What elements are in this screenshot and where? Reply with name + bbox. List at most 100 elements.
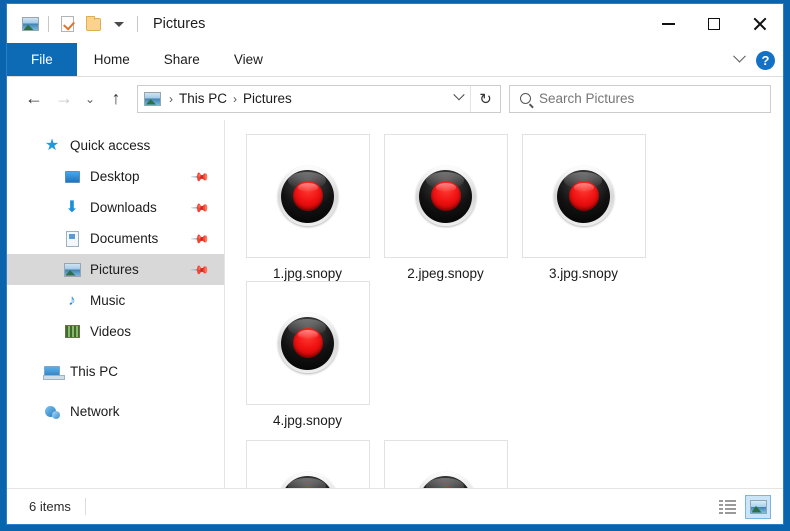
snopy-ransomware-icon — [277, 472, 338, 488]
sidebar-item-label: Music — [90, 293, 126, 308]
forward-button[interactable]: → — [49, 84, 79, 114]
file-item[interactable]: 4.jpg.snopy — [239, 281, 376, 428]
pin-icon[interactable]: 📌 — [190, 228, 210, 248]
sidebar-item-documents[interactable]: Documents 📌 — [7, 223, 224, 254]
up-button[interactable]: ↑ — [101, 84, 131, 114]
sidebar-item-videos[interactable]: Videos — [7, 316, 224, 347]
file-thumbnail — [383, 134, 508, 258]
folder-icon[interactable] — [80, 11, 106, 37]
network-icon — [43, 403, 61, 421]
address-bar: ← → ⌄ ↑ › This PC › Pictures ↻ Search Pi… — [7, 77, 783, 120]
sidebar-item-pictures[interactable]: Pictures 📌 — [7, 254, 224, 285]
toolbar-divider-2 — [137, 16, 138, 32]
close-icon — [752, 16, 768, 32]
file-name: 1.jpg.snopy — [272, 266, 343, 281]
sidebar-item-label: This PC — [70, 364, 119, 379]
minimize-icon — [661, 23, 675, 25]
picture-icon[interactable] — [17, 11, 43, 37]
close-button[interactable] — [737, 4, 783, 44]
document-icon — [63, 230, 81, 248]
pin-icon[interactable]: 📌 — [190, 259, 210, 279]
help-button[interactable]: ? — [756, 51, 775, 70]
sidebar-item-quick-access[interactable]: ★ Quick access — [7, 130, 224, 161]
address-picture-icon — [144, 91, 161, 106]
file-name: 4.jpg.snopy — [272, 413, 343, 428]
maximize-icon — [708, 18, 720, 30]
download-arrow-icon: ⬇ — [65, 198, 79, 216]
tab-view[interactable]: View — [217, 43, 280, 76]
minimize-button[interactable] — [645, 4, 691, 44]
snopy-ransomware-icon — [415, 472, 476, 488]
item-count-label: 6 items — [29, 499, 71, 514]
explorer-body: risk isk.com ★ Quick access Desktop 📌 ⬇ … — [7, 120, 783, 488]
tab-share[interactable]: Share — [147, 43, 217, 76]
picture-icon — [63, 261, 81, 279]
ribbon-tabs: File Home Share View ? — [7, 43, 783, 77]
search-input[interactable]: Search Pictures — [509, 84, 771, 113]
desktop-icon — [63, 168, 81, 186]
file-item[interactable]: 2.jpeg.snopy — [377, 134, 514, 281]
file-thumbnail — [521, 134, 646, 258]
breadcrumb-this-pc[interactable]: This PC — [175, 91, 231, 106]
sidebar-item-label: Quick access — [70, 138, 151, 153]
sidebar-item-label: Downloads — [90, 200, 157, 215]
chevron-down-icon[interactable] — [728, 49, 750, 72]
file-name: 3.jpg.snopy — [548, 266, 619, 281]
search-icon — [520, 93, 531, 104]
search-placeholder: Search Pictures — [539, 91, 635, 106]
grid-row-gap — [239, 428, 783, 440]
address-dropdown-icon[interactable] — [448, 86, 470, 112]
snopy-ransomware-icon — [415, 166, 476, 226]
maximize-button[interactable] — [691, 4, 737, 44]
sidebar-item-label: Videos — [90, 324, 132, 339]
navigation-pane: ★ Quick access Desktop 📌 ⬇ Downloads 📌 D… — [7, 120, 225, 488]
customize-dropdown-icon[interactable] — [106, 11, 132, 37]
status-divider — [84, 498, 86, 515]
pin-icon[interactable]: 📌 — [190, 166, 210, 186]
sidebar-item-music[interactable]: ♪ Music — [7, 285, 224, 316]
window-controls — [645, 4, 783, 44]
title-bar: Pictures — [7, 4, 783, 44]
file-item[interactable]: 3.jpg.snopy — [515, 134, 652, 281]
sidebar-item-label: Network — [70, 404, 120, 419]
file-thumbnail — [383, 440, 508, 488]
star-pin-icon: ★ — [44, 136, 60, 154]
breadcrumb-separator-1: › — [169, 91, 173, 106]
file-item[interactable]: 6.jpg.snopy — [377, 440, 514, 488]
tab-file[interactable]: File — [7, 43, 77, 76]
computer-icon — [43, 363, 65, 381]
back-button[interactable]: ← — [19, 84, 49, 114]
address-field[interactable]: › This PC › Pictures ↻ — [137, 84, 501, 113]
tab-home[interactable]: Home — [77, 43, 147, 76]
details-view-icon — [718, 499, 736, 514]
file-item[interactable]: 1.jpg.snopy — [239, 134, 376, 281]
pin-icon[interactable]: 📌 — [190, 197, 210, 217]
large-icons-view-button[interactable] — [745, 494, 771, 519]
snopy-ransomware-icon — [277, 166, 338, 226]
file-item[interactable]: 5.jpg.snopy — [239, 440, 376, 488]
file-list-view[interactable]: 1.jpg.snopy 2.jpeg.snopy 3.jpg.snopy 4.j… — [225, 120, 783, 488]
file-thumbnail — [245, 281, 370, 405]
file-thumbnail — [245, 440, 370, 488]
recent-locations-button[interactable]: ⌄ — [79, 84, 101, 114]
breadcrumb-pictures[interactable]: Pictures — [239, 91, 296, 106]
sidebar-item-downloads[interactable]: ⬇ Downloads 📌 — [7, 192, 224, 223]
film-strip-icon — [63, 323, 81, 341]
status-bar: 6 items — [7, 488, 783, 524]
sidebar-item-this-pc[interactable]: This PC — [7, 356, 224, 387]
quick-access-toolbar — [7, 11, 143, 37]
music-note-icon: ♪ — [68, 292, 76, 309]
checklist-document-icon[interactable] — [54, 11, 80, 37]
view-toggle-group — [714, 494, 771, 519]
ribbon-right-controls: ? — [728, 44, 775, 77]
refresh-button[interactable]: ↻ — [470, 85, 500, 112]
explorer-window: Pictures File Home Share View ? ← → ⌄ ↑ … — [6, 3, 784, 525]
sidebar-item-label: Pictures — [90, 262, 139, 277]
file-name: 2.jpeg.snopy — [407, 266, 484, 281]
sidebar-item-network[interactable]: Network — [7, 396, 224, 427]
sidebar-item-desktop[interactable]: Desktop 📌 — [7, 161, 224, 192]
details-view-button[interactable] — [714, 495, 740, 519]
large-icons-view-icon — [749, 499, 767, 514]
